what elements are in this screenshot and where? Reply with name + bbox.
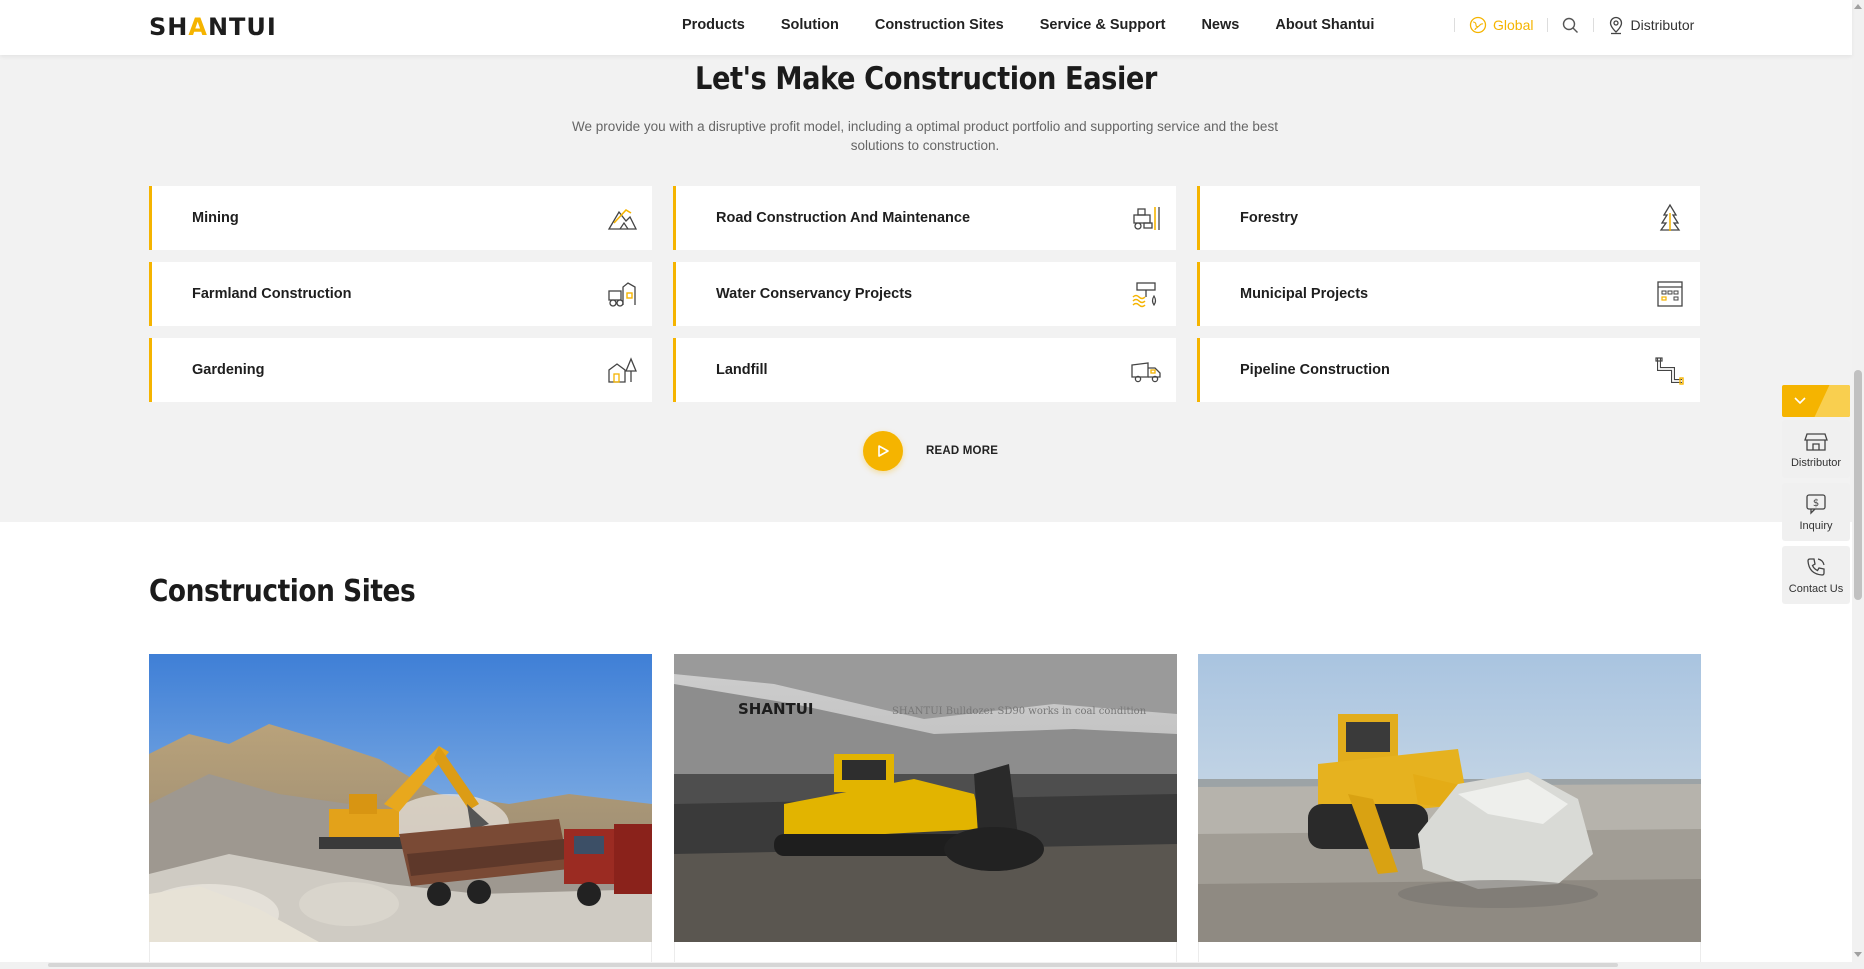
- header-actions: Global Distributor: [1440, 0, 1694, 50]
- tractor-icon: [608, 282, 636, 307]
- vertical-scrollbar[interactable]: [1852, 0, 1864, 969]
- solution-label: Road Construction And Maintenance: [716, 210, 971, 226]
- horizontal-scrollbar[interactable]: [0, 962, 1852, 969]
- site-photo-boulder-bulldozer[interactable]: [1198, 654, 1701, 942]
- phone-icon: [1807, 557, 1825, 576]
- collapse-float-button[interactable]: [1782, 385, 1850, 417]
- nav-construction-sites[interactable]: Construction Sites: [875, 17, 1004, 33]
- solution-label: Municipal Projects: [1240, 286, 1369, 302]
- dollar-chat-icon: $: [1806, 493, 1826, 515]
- location-pin-icon: [1610, 16, 1623, 34]
- solution-card-pipeline[interactable]: Pipeline Construction: [1197, 338, 1700, 402]
- global-label: Global: [1493, 17, 1534, 33]
- road-roller-icon: [1133, 207, 1160, 230]
- solution-card-forestry[interactable]: Forestry: [1197, 186, 1700, 250]
- globe-icon: [1469, 16, 1487, 34]
- read-more-label: READ MORE: [926, 445, 999, 457]
- solution-label: Forestry: [1240, 210, 1299, 226]
- main-nav: Products Solution Construction Sites Ser…: [682, 0, 1410, 50]
- shantui-logo[interactable]: SHANTUI: [149, 13, 277, 41]
- float-inquiry[interactable]: $ Inquiry: [1782, 483, 1850, 541]
- read-more-button[interactable]: READ MORE: [863, 431, 998, 471]
- svg-text:$: $: [1813, 498, 1819, 509]
- building-icon: [1657, 281, 1683, 307]
- solution-card-mining[interactable]: Mining: [149, 186, 652, 250]
- nav-news[interactable]: News: [1201, 17, 1239, 33]
- solution-card-water[interactable]: Water Conservancy Projects: [673, 262, 1176, 326]
- solution-label: Gardening: [192, 362, 265, 378]
- divider: [1547, 18, 1549, 32]
- photo-caption: SHANTUI Bulldozer SD90 works in coal con…: [892, 706, 1147, 717]
- nav-products[interactable]: Products: [682, 17, 745, 33]
- scrollbar-thumb[interactable]: [1854, 370, 1862, 600]
- solutions-section: Let's Make Construction Easier We provid…: [0, 55, 1852, 522]
- house-tree-icon: [608, 357, 637, 383]
- site-header: SHANTUI Products Solution Construction S…: [0, 0, 1852, 55]
- mining-icon: [607, 208, 638, 230]
- section-description: We provide you with a disruptive profit …: [572, 119, 1278, 153]
- solution-card-municipal[interactable]: Municipal Projects: [1197, 262, 1700, 326]
- float-label: Contact Us: [1788, 582, 1844, 595]
- float-contact[interactable]: Contact Us: [1782, 546, 1850, 604]
- scroll-up-arrow[interactable]: [1854, 4, 1862, 9]
- global-selector[interactable]: Global: [1469, 16, 1533, 34]
- nav-solution[interactable]: Solution: [781, 17, 839, 33]
- nav-service-support[interactable]: Service & Support: [1040, 17, 1166, 33]
- solution-card-gardening[interactable]: Gardening: [149, 338, 652, 402]
- solution-card-farmland[interactable]: Farmland Construction: [149, 262, 652, 326]
- solution-label: Pipeline Construction: [1240, 362, 1390, 378]
- solution-label: Landfill: [716, 362, 768, 378]
- divider: [1454, 18, 1455, 32]
- distributor-link[interactable]: Distributor: [1608, 16, 1694, 35]
- solution-card-road[interactable]: Road Construction And Maintenance: [673, 186, 1176, 250]
- photo-brand: SHANTUI: [738, 700, 814, 718]
- store-icon: [1804, 432, 1828, 451]
- solution-label: Water Conservancy Projects: [716, 286, 913, 302]
- search-icon[interactable]: [1562, 17, 1579, 34]
- float-distributor[interactable]: Distributor: [1782, 420, 1850, 478]
- tree-icon: [1659, 203, 1681, 231]
- solution-card-landfill[interactable]: Landfill: [673, 338, 1176, 402]
- truck-icon: [1131, 362, 1161, 383]
- horizontal-scrollbar-thumb[interactable]: [48, 963, 1618, 967]
- chevron-down-icon: [1794, 397, 1806, 405]
- solution-label: Farmland Construction: [192, 286, 352, 302]
- distributor-label: Distributor: [1630, 17, 1695, 33]
- play-icon: [863, 431, 903, 471]
- float-label: Distributor: [1790, 456, 1842, 469]
- site-photo-coal-bulldozer[interactable]: SHANTUI SHANTUI Bulldozer SD90 works in …: [674, 654, 1177, 942]
- pipe-icon: [1655, 357, 1684, 385]
- section-title: Let's Make Construction Easier: [695, 61, 1157, 97]
- float-label: Inquiry: [1799, 519, 1833, 532]
- site-photo-excavator[interactable]: [149, 654, 652, 942]
- nav-about[interactable]: About Shantui: [1275, 17, 1374, 33]
- scroll-down-arrow[interactable]: [1854, 952, 1862, 957]
- water-icon: [1132, 282, 1157, 308]
- solution-grid: Mining Road Construction And Maintenance…: [149, 186, 1701, 402]
- divider: [1593, 18, 1595, 32]
- solution-label: Mining: [192, 210, 239, 226]
- sites-title: Construction Sites: [149, 574, 416, 609]
